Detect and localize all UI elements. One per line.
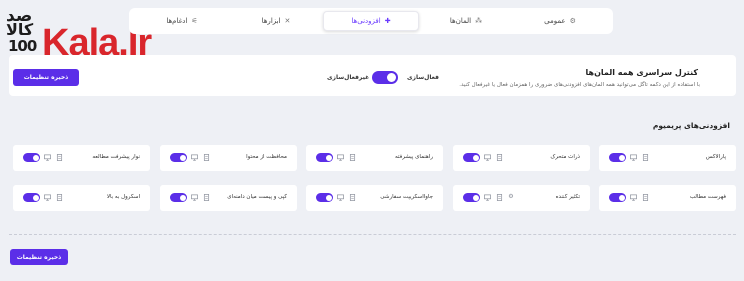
feature-card-table-of-contents: فهرست مطالب <box>599 185 736 211</box>
feature-card-moving-particles: ذرات متحرک <box>453 145 590 171</box>
feature-card-scroll-to-top: اسکرول به بالا <box>13 185 150 211</box>
puzzle-icon: ✚ <box>384 17 391 25</box>
doc-icon[interactable] <box>348 153 356 161</box>
monitor-icon[interactable] <box>629 193 637 201</box>
monitor-icon[interactable] <box>629 153 637 161</box>
global-toggle[interactable] <box>372 71 398 84</box>
tab-label: عمومی <box>544 17 566 25</box>
feature-toggle[interactable] <box>23 153 40 162</box>
integration-icon: ⚟ <box>191 17 198 25</box>
feature-toggle[interactable] <box>23 193 40 202</box>
monitor-icon[interactable] <box>190 153 198 161</box>
feature-toggle[interactable] <box>609 193 626 202</box>
feature-toggle[interactable] <box>170 193 187 202</box>
tab-addons[interactable]: ✚ افزودنی‌ها <box>323 11 419 31</box>
feature-label: ذرات متحرک <box>550 154 580 160</box>
feature-label: راهنمای پیشرفته <box>394 154 433 160</box>
monitor-icon[interactable] <box>336 153 344 161</box>
feature-label: فهرست مطالب <box>689 194 726 200</box>
monitor-icon[interactable] <box>483 153 491 161</box>
monitor-icon[interactable] <box>190 193 198 201</box>
tab-label: المان‌ها <box>449 17 472 25</box>
save-settings-button-top[interactable]: ذخیره تنظیمات <box>13 69 79 86</box>
doc-icon[interactable] <box>202 193 210 201</box>
feature-label: محافظت از محتوا <box>246 154 287 160</box>
doc-icon[interactable] <box>55 153 63 161</box>
feature-toggle[interactable] <box>463 193 480 202</box>
monitor-icon[interactable] <box>43 193 51 201</box>
feature-toggle[interactable] <box>316 193 333 202</box>
feature-toggle[interactable] <box>609 153 626 162</box>
card-title: کنترل سراسری همه المان‌ها <box>585 68 698 77</box>
logo-number: 100 <box>8 37 37 55</box>
doc-icon[interactable] <box>55 193 63 201</box>
monitor-icon[interactable] <box>43 153 51 161</box>
tab-label: ابزارها <box>261 17 281 25</box>
doc-icon[interactable] <box>348 193 356 201</box>
feature-card-reading-progress: نوار پیشرفت مطالعه <box>13 145 150 171</box>
tab-label: افزودنی‌ها <box>351 17 381 25</box>
feature-label: پارالاکس <box>705 154 726 160</box>
doc-icon[interactable] <box>495 153 503 161</box>
doc-icon[interactable] <box>641 153 649 161</box>
global-control-card: کنترل سراسری همه المان‌ها با استفاده از … <box>9 55 736 96</box>
feature-toggle[interactable] <box>170 153 187 162</box>
save-settings-button-bottom[interactable]: ذخیره تنظیمات <box>10 249 68 265</box>
enable-label: فعال‌سازی <box>407 74 439 81</box>
feature-card-parallax: پارالاکس <box>599 145 736 171</box>
feature-toggle[interactable] <box>316 153 333 162</box>
disable-label: غیرفعال‌سازی <box>327 74 370 81</box>
gear-icon: ⚙ <box>569 17 576 25</box>
tab-bar: ⚙ عمومی ⁂ المان‌ها ✚ افزودنی‌ها ✕ ابزاره… <box>129 8 613 34</box>
tab-label: ادغام‌ها <box>166 17 188 25</box>
doc-icon[interactable] <box>495 193 503 201</box>
feature-card-advanced-guide: راهنمای پیشرفته <box>306 145 443 171</box>
tab-integrations[interactable]: ⚟ ادغام‌ها <box>135 11 229 31</box>
doc-icon[interactable] <box>641 193 649 201</box>
feature-label: نوار پیشرفت مطالعه <box>92 154 140 160</box>
section-title: افزودنی‌های پریمیوم <box>652 121 730 130</box>
tools-icon: ✕ <box>284 17 291 25</box>
feature-card-cross-domain-copy-paste: کپی و پیست میان دامنه‌ای <box>160 185 297 211</box>
feature-card-custom-javascript: جاوااسکریپت سفارشی <box>306 185 443 211</box>
feature-label: تکثیر کننده <box>555 194 580 200</box>
feature-label: جاوااسکریپت سفارشی <box>380 194 433 200</box>
feature-toggle[interactable] <box>463 153 480 162</box>
feature-label: کپی و پیست میان دامنه‌ای <box>227 194 287 200</box>
tab-elements[interactable]: ⁂ المان‌ها <box>419 11 513 31</box>
card-description: با استفاده از این دکمه تاگل می‌توانید هم… <box>459 82 700 88</box>
doc-icon[interactable] <box>202 153 210 161</box>
gear-icon[interactable]: ⚙ <box>507 193 515 201</box>
monitor-icon[interactable] <box>336 193 344 201</box>
tab-tools[interactable]: ✕ ابزارها <box>229 11 323 31</box>
feature-card-content-protection: محافظت از محتوا <box>160 145 297 171</box>
elements-icon: ⁂ <box>475 17 483 25</box>
section-divider <box>9 234 736 235</box>
feature-card-duplicator: تکثیر کننده ⚙ <box>453 185 590 211</box>
feature-label: اسکرول به بالا <box>106 194 140 200</box>
tab-general[interactable]: ⚙ عمومی <box>513 11 607 31</box>
monitor-icon[interactable] <box>483 193 491 201</box>
